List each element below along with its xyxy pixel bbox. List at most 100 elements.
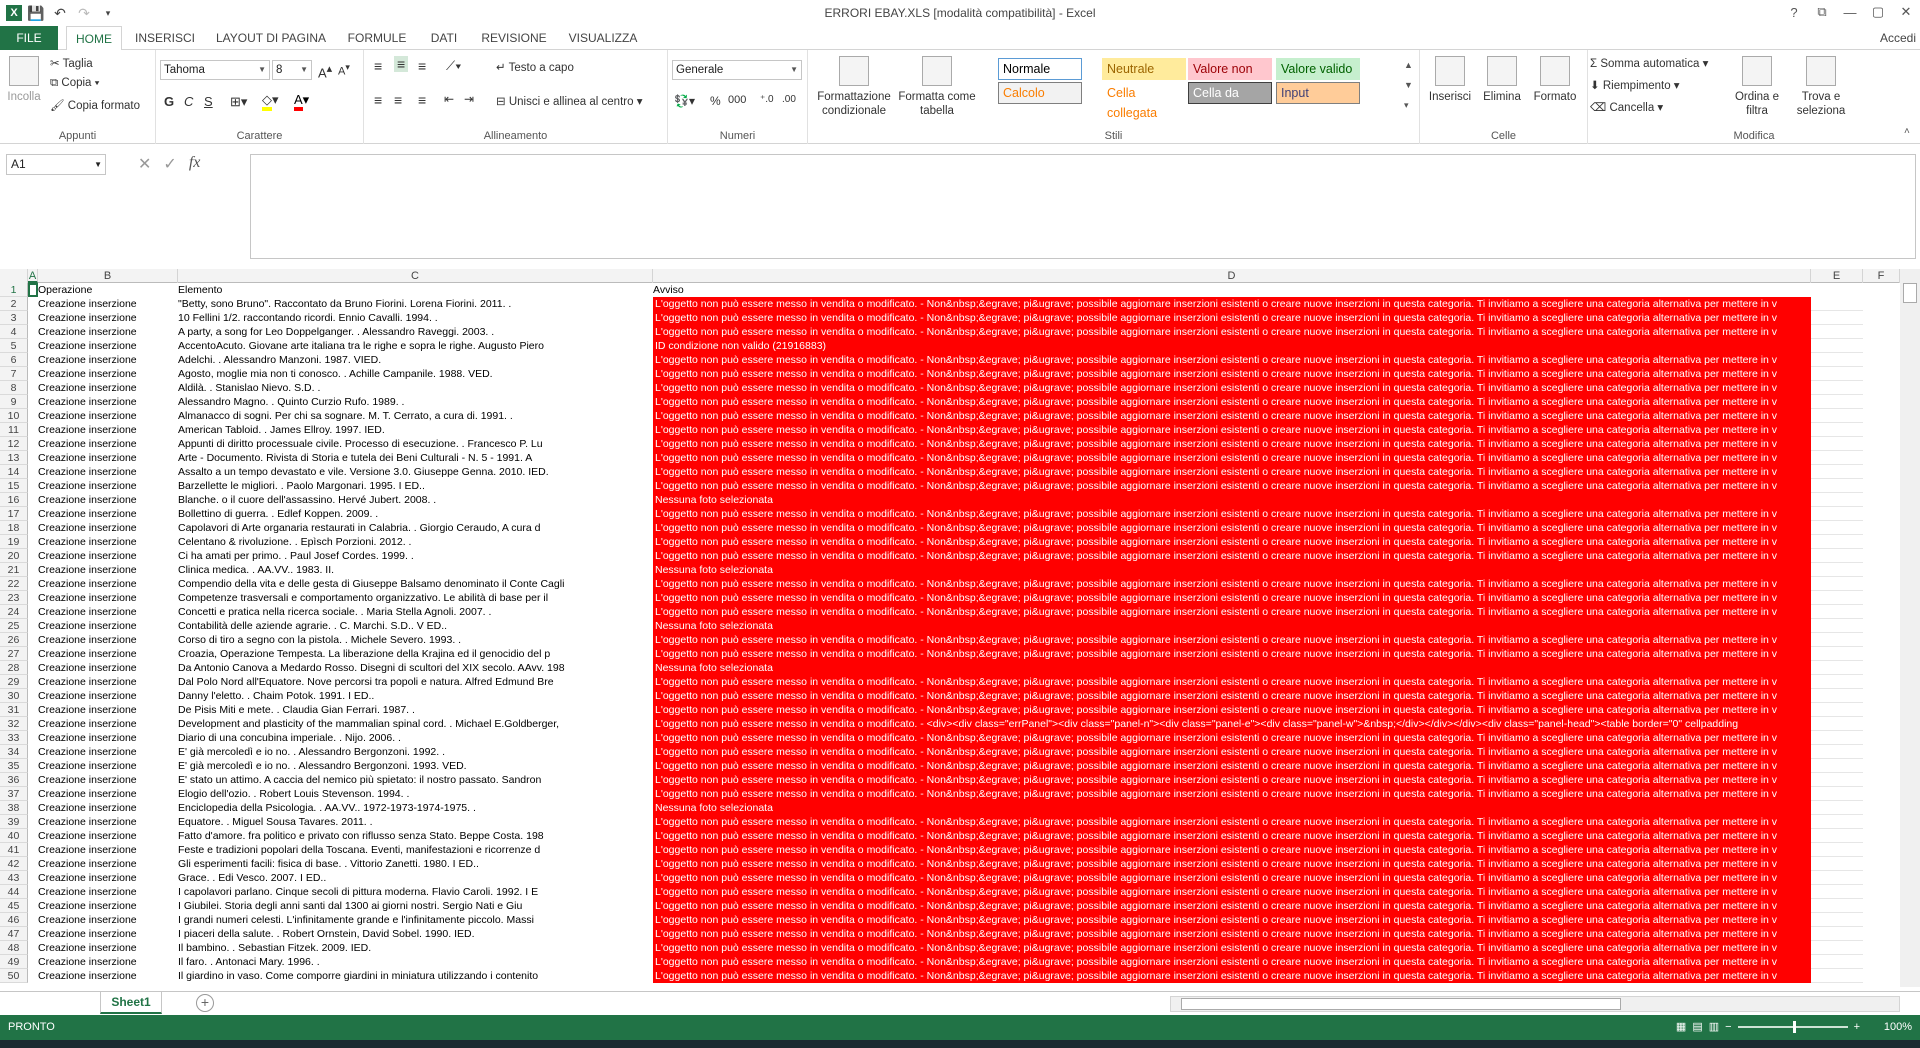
vertical-scrollbar[interactable]: [1900, 269, 1920, 987]
cell-elemento[interactable]: Croazia, Operazione Tempesta. La liberaz…: [178, 647, 652, 661]
row-number[interactable]: 33: [0, 731, 28, 745]
decrease-indent-button[interactable]: ⇤: [444, 92, 454, 106]
cell-e[interactable]: [1811, 325, 1863, 339]
cell-elemento[interactable]: Contabilità delle aziende agrarie. . C. …: [178, 619, 652, 633]
number-format-select[interactable]: Generale ▼: [672, 60, 802, 80]
cell-e[interactable]: [1811, 857, 1863, 871]
align-center-button[interactable]: ≡: [394, 92, 402, 108]
row-number[interactable]: 50: [0, 969, 28, 983]
cell-operazione[interactable]: Creazione inserzione: [38, 451, 178, 465]
row-number[interactable]: 44: [0, 885, 28, 899]
cell-elemento[interactable]: Elogio dell'ozio. . Robert Louis Stevens…: [178, 787, 652, 801]
currency-format-button[interactable]: 💱▾: [674, 94, 695, 108]
cell-operazione[interactable]: Creazione inserzione: [38, 843, 178, 857]
cell-operazione[interactable]: Creazione inserzione: [38, 703, 178, 717]
row-number[interactable]: 47: [0, 927, 28, 941]
cell-avviso[interactable]: L'oggetto non può essere messo in vendit…: [653, 899, 1811, 913]
cell-avviso[interactable]: L'oggetto non può essere messo in vendit…: [653, 549, 1811, 563]
row-number[interactable]: 28: [0, 661, 28, 675]
cell-operazione[interactable]: Creazione inserzione: [38, 787, 178, 801]
cell-operazione[interactable]: Creazione inserzione: [38, 605, 178, 619]
cell-operazione[interactable]: Creazione inserzione: [38, 955, 178, 969]
row-number[interactable]: 25: [0, 619, 28, 633]
cell-avviso[interactable]: L'oggetto non può essere messo in vendit…: [653, 675, 1811, 689]
cell-elemento[interactable]: Diario di una concubina imperiale. . Nij…: [178, 731, 652, 745]
cell-elemento[interactable]: Arte - Documento. Rivista di Storia e tu…: [178, 451, 652, 465]
cell-e[interactable]: [1811, 465, 1863, 479]
cell-e[interactable]: [1811, 367, 1863, 381]
cell-elemento[interactable]: I grandi numeri celesti. L'infinitamente…: [178, 913, 652, 927]
cell-elemento[interactable]: Equatore. . Miguel Sousa Tavares. 2011. …: [178, 815, 652, 829]
cell-operazione[interactable]: Creazione inserzione: [38, 661, 178, 675]
cell-e[interactable]: [1811, 829, 1863, 843]
cell-operazione[interactable]: Creazione inserzione: [38, 297, 178, 311]
cell-elemento[interactable]: De Pisis Miti e mete. . Claudia Gian Fer…: [178, 703, 652, 717]
view-page-break-icon[interactable]: ▥: [1709, 1020, 1719, 1033]
column-header-d[interactable]: D: [653, 269, 1811, 283]
clear-button[interactable]: ⌫ Cancella ▾: [1590, 100, 1663, 114]
cell-operazione[interactable]: Creazione inserzione: [38, 829, 178, 843]
row-number[interactable]: 9: [0, 395, 28, 409]
ribbon-display-button[interactable]: ⧉: [1808, 0, 1836, 24]
grow-font-button[interactable]: A▴: [318, 62, 332, 80]
zoom-out-icon[interactable]: −: [1725, 1021, 1731, 1033]
cell-operazione[interactable]: Creazione inserzione: [38, 633, 178, 647]
cell-avviso[interactable]: Nessuna foto selezionata: [653, 563, 1811, 577]
italic-button[interactable]: C: [184, 94, 193, 109]
cell-elemento[interactable]: I capolavori parlano. Cinque secoli di p…: [178, 885, 652, 899]
cell-operazione[interactable]: Creazione inserzione: [38, 801, 178, 815]
cell-elemento[interactable]: Capolavori di Arte organaria restaurati …: [178, 521, 652, 535]
cell-elemento[interactable]: Bollettino di guerra. . Edlef Koppen. 20…: [178, 507, 652, 521]
underline-button[interactable]: S: [204, 94, 213, 109]
row-number[interactable]: 11: [0, 423, 28, 437]
cell-style-6[interactable]: Cella da cont...: [1188, 82, 1272, 120]
cell-operazione[interactable]: Creazione inserzione: [38, 717, 178, 731]
tab-layout-di-pagina[interactable]: LAYOUT DI PAGINA: [212, 26, 330, 50]
cell-e[interactable]: [1811, 955, 1863, 969]
cell-operazione[interactable]: Creazione inserzione: [38, 479, 178, 493]
select-all-corner[interactable]: [0, 269, 28, 283]
align-middle-button[interactable]: ≡: [394, 56, 409, 72]
paste-button[interactable]: Incolla: [4, 56, 44, 104]
cell-operazione[interactable]: Creazione inserzione: [38, 395, 178, 409]
cell-e[interactable]: [1811, 437, 1863, 451]
row-number[interactable]: 17: [0, 507, 28, 521]
cell-avviso[interactable]: L'oggetto non può essere messo in vendit…: [653, 871, 1811, 885]
collapse-ribbon-icon[interactable]: ˄: [1904, 126, 1910, 137]
row-number[interactable]: 29: [0, 675, 28, 689]
row-number[interactable]: 39: [0, 815, 28, 829]
cell-operazione[interactable]: Creazione inserzione: [38, 353, 178, 367]
cell-operazione[interactable]: Creazione inserzione: [38, 885, 178, 899]
cell-operazione[interactable]: Creazione inserzione: [38, 731, 178, 745]
tab-inserisci[interactable]: INSERISCI: [132, 26, 198, 50]
row-number[interactable]: 32: [0, 717, 28, 731]
row-number[interactable]: 4: [0, 325, 28, 339]
minimize-button[interactable]: —: [1836, 0, 1864, 24]
cell-operazione[interactable]: Creazione inserzione: [38, 493, 178, 507]
cell-elemento[interactable]: American Tabloid. . James Ellroy. 1997. …: [178, 423, 652, 437]
percent-format-button[interactable]: %: [710, 94, 721, 108]
cell-operazione[interactable]: Creazione inserzione: [38, 913, 178, 927]
font-color-button[interactable]: A▾: [294, 92, 309, 111]
bold-button[interactable]: G: [164, 94, 174, 109]
row-number[interactable]: 26: [0, 633, 28, 647]
cell-operazione[interactable]: Creazione inserzione: [38, 857, 178, 871]
cell-operazione[interactable]: Creazione inserzione: [38, 423, 178, 437]
row-number[interactable]: 36: [0, 773, 28, 787]
cell-elemento[interactable]: Gli esperimenti facili: fisica di base. …: [178, 857, 652, 871]
gallery-scroll-down-icon[interactable]: ▼: [1404, 80, 1413, 90]
cell-operazione[interactable]: Creazione inserzione: [38, 563, 178, 577]
horizontal-scroll-thumb[interactable]: [1181, 998, 1621, 1010]
header-operazione[interactable]: Operazione: [38, 283, 178, 297]
cell-avviso[interactable]: L'oggetto non può essere messo in vendit…: [653, 731, 1811, 745]
row-number[interactable]: 43: [0, 871, 28, 885]
cell-avviso[interactable]: L'oggetto non può essere messo in vendit…: [653, 353, 1811, 367]
cell-elemento[interactable]: Danny l'eletto. . Chaim Potok. 1991. I E…: [178, 689, 652, 703]
column-header-b[interactable]: B: [38, 269, 178, 283]
cell-operazione[interactable]: Creazione inserzione: [38, 521, 178, 535]
cell-e[interactable]: [1811, 395, 1863, 409]
row-number[interactable]: 13: [0, 451, 28, 465]
cell-elemento[interactable]: Grace. . Edi Vesco. 2007. I ED..: [178, 871, 652, 885]
active-cell-a1[interactable]: [28, 283, 38, 297]
align-left-button[interactable]: ≡: [374, 92, 382, 108]
